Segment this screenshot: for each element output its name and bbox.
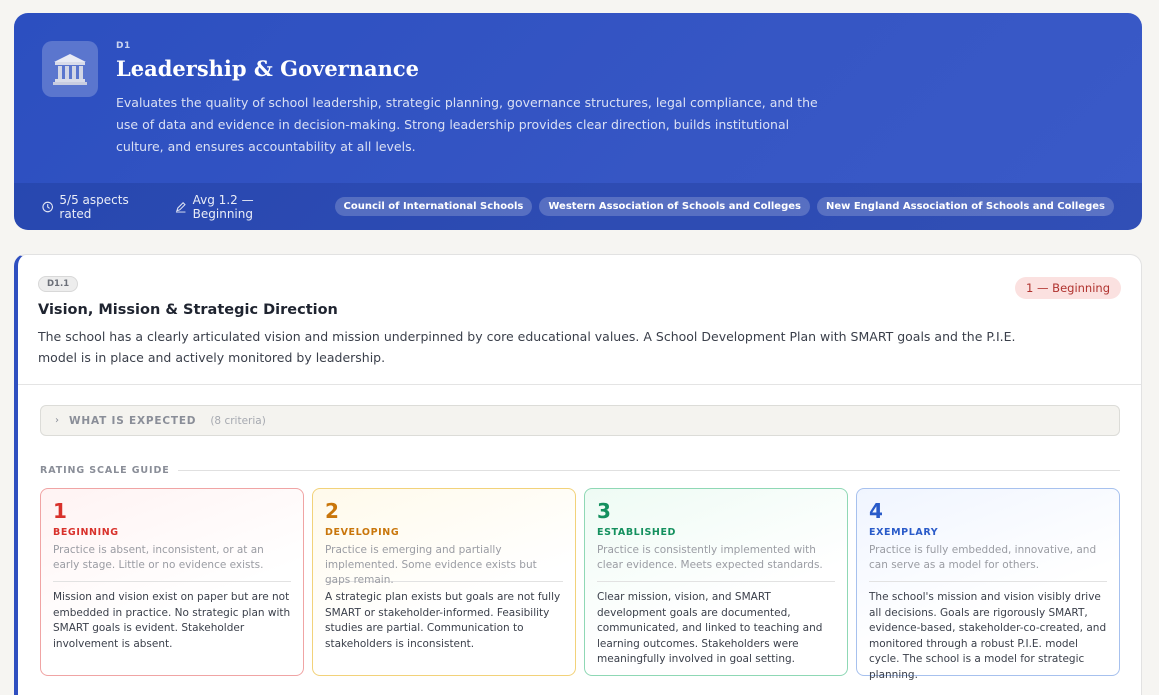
building-columns-icon (42, 41, 98, 97)
divider (18, 384, 1141, 385)
level-detail: A strategic plan exists but goals are no… (325, 591, 561, 650)
domain-title: Leadership & Governance (116, 56, 420, 81)
domain-summary-bar: 5/5 aspects rated Avg 1.2 — Beginning Co… (14, 183, 1142, 230)
pencil-icon (176, 201, 186, 213)
level-description: Practice is emerging and partially imple… (325, 544, 537, 586)
clock-icon (42, 201, 54, 212)
accreditor-badge: Council of International Schools (334, 197, 533, 216)
aspects-rated-stat: 5/5 aspects rated (42, 193, 159, 221)
rating-badge[interactable]: 1 — Beginning (1015, 277, 1121, 299)
what-is-expected-toggle[interactable]: › WHAT IS EXPECTED (8 criteria) (40, 405, 1120, 436)
level-card-established: 3 ESTABLISHED Practice is consistently i… (584, 488, 848, 676)
accreditor-badges: Council of International Schools Western… (328, 197, 1114, 216)
level-card-exemplary: 4 EXEMPLARY Practice is fully embedded, … (856, 488, 1120, 681)
accreditor-badge: Western Association of Schools and Colle… (539, 197, 810, 216)
level-description: Practice is fully embedded, innovative, … (869, 544, 1097, 571)
level-number: 3 (597, 499, 611, 523)
domain-description: Evaluates the quality of school leadersh… (116, 95, 818, 154)
level-separator (53, 581, 291, 582)
aspect-code: D1.1 (38, 276, 79, 292)
level-name: ESTABLISHED (597, 527, 677, 538)
level-name: DEVELOPING (325, 527, 400, 538)
level-name: EXEMPLARY (869, 527, 939, 538)
aspect-description: The school has a clearly articulated vis… (38, 329, 1016, 365)
level-separator (869, 581, 1107, 582)
level-number: 2 (325, 499, 339, 523)
rating-scale-header: RATING SCALE GUIDE (40, 465, 1120, 476)
accreditor-badge: New England Association of Schools and C… (816, 197, 1114, 216)
level-number: 1 (53, 499, 67, 523)
what-is-expected-label: WHAT IS EXPECTED (69, 414, 197, 427)
level-card-beginning: 1 BEGINNING Practice is absent, inconsis… (40, 488, 304, 676)
level-number: 4 (869, 499, 883, 523)
aspects-rated-text: 5/5 aspects rated (59, 192, 129, 221)
criteria-count: (8 criteria) (210, 414, 266, 427)
level-detail: Clear mission, vision, and SMART develop… (597, 591, 823, 665)
domain-code: D1 (116, 41, 131, 51)
rating-scale-label: RATING SCALE GUIDE (40, 465, 170, 476)
rating-scale-levels: 1 BEGINNING Practice is absent, inconsis… (40, 488, 1120, 681)
domain-header: D1 Leadership & Governance Evaluates the… (14, 13, 1142, 230)
chevron-right-icon: › (55, 415, 59, 426)
average-rating-stat: Avg 1.2 — Beginning (175, 193, 311, 221)
level-description: Practice is absent, inconsistent, or at … (53, 544, 264, 571)
level-detail: The school's mission and vision visibly … (869, 591, 1107, 681)
level-description: Practice is consistently implemented wit… (597, 544, 823, 571)
level-card-developing: 2 DEVELOPING Practice is emerging and pa… (312, 488, 576, 676)
average-rating-text: Avg 1.2 — Beginning (192, 192, 254, 221)
level-separator (597, 581, 835, 582)
level-name: BEGINNING (53, 527, 119, 538)
aspect-card: D1.1 1 — Beginning Vision, Mission & Str… (14, 254, 1142, 695)
rating-scale-rule (177, 470, 1120, 471)
level-detail: Mission and vision exist on paper but ar… (53, 591, 291, 650)
aspect-title: Vision, Mission & Strategic Direction (38, 302, 338, 318)
